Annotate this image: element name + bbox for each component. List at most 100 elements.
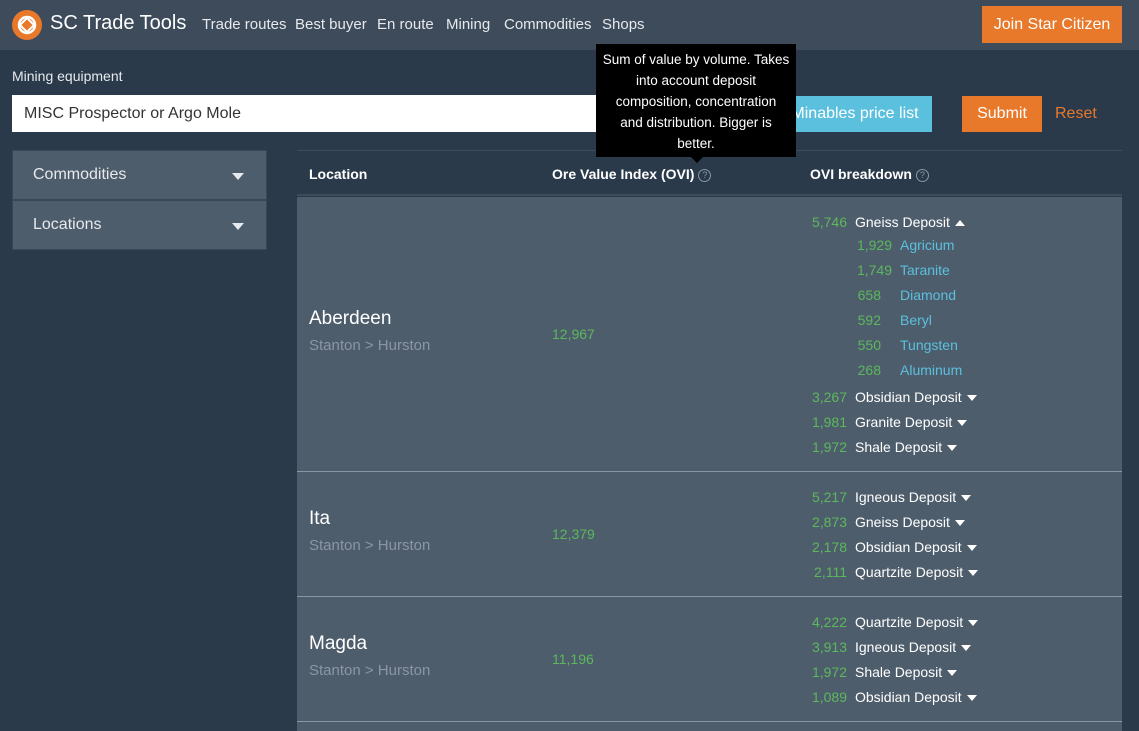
caret-down-icon [968,570,979,577]
deposit-name: Shale Deposit [855,664,958,680]
ovi-value: 12,967 [552,326,595,342]
top-navbar: SC Trade Tools Trade routes Best buyer E… [0,0,1139,50]
join-star-citizen-button[interactable]: Join Star Citizen [982,6,1122,43]
deposit-value: 2,873 [811,514,847,530]
commodity-link[interactable]: Tungsten [900,337,958,353]
caret-down-icon [966,695,977,702]
location-path: Stanton > Hurston [309,537,431,554]
deposit-name-label: Gneiss Deposit [855,214,950,230]
deposit-line[interactable]: 1,972 Shale Deposit [802,439,1102,459]
help-icon[interactable]: ? [698,168,712,182]
deposit-line[interactable]: 3,913 Igneous Deposit [802,639,1102,659]
deposit-name-label: Gneiss Deposit [855,514,950,530]
location-name: Aberdeen [309,308,392,329]
deposit-line[interactable]: 1,981 Granite Deposit [802,414,1102,434]
brand-title[interactable]: SC Trade Tools [50,12,186,35]
deposit-line[interactable]: 1,972 Shale Deposit [802,664,1102,684]
locations-filter-panel[interactable]: Locations [12,200,267,250]
commodity-link[interactable]: Taranite [900,262,950,278]
commodity-link[interactable]: Aluminum [900,362,962,378]
nav-link-best-buyer[interactable]: Best buyer [295,16,367,33]
help-icon[interactable]: ? [915,168,929,182]
deposit-name: Shale Deposit [855,439,958,455]
deposit-name: Gneiss Deposit [855,514,965,530]
deposit-name: Igneous Deposit [855,639,972,655]
deposit-value: 1,981 [811,414,847,430]
table-row[interactable]: Ita Stanton > Hurston 12,379 5,217 Igneo… [297,472,1122,597]
deposit-name-label: Obsidian Deposit [855,539,962,555]
deposit-name-label: Igneous Deposit [855,489,957,505]
caret-down-icon [947,670,958,677]
table-row[interactable] [297,722,1122,731]
reset-link[interactable]: Reset [1055,105,1097,123]
deposit-name: Granite Deposit [855,414,968,430]
column-header-ovi-breakdown-label: OVI breakdown [810,166,912,182]
table-row[interactable]: Magda Stanton > Hurston 11,196 4,222 Qua… [297,597,1122,722]
minables-price-list-button[interactable]: Minables price list [778,96,932,132]
tooltip-arrow [691,157,703,163]
deposit-line[interactable]: 3,267 Obsidian Deposit [802,389,1102,409]
deposit-line[interactable]: 2,111 Quartzite Deposit [802,564,1102,584]
deposit-value: 2,178 [811,539,847,555]
caret-down-icon [961,495,972,502]
deposit-name-label: Granite Deposit [855,414,953,430]
commodity-value: 592 [857,312,881,328]
deposit-line[interactable]: 4,222 Quartzite Deposit [802,614,1102,634]
nav-link-commodities[interactable]: Commodities [504,16,592,33]
commodities-filter-panel[interactable]: Commodities [12,150,267,200]
nav-link-mining[interactable]: Mining [446,16,490,33]
commodity-value: 268 [857,362,881,378]
ovi-tooltip: Sum of value by volume. Takes into accou… [596,44,796,157]
location-path: Stanton > Hurston [309,662,431,679]
caret-down-icon [966,545,977,552]
deposit-value: 5,217 [811,489,847,505]
commodity-value: 1,749 [856,262,892,278]
column-header-ovi[interactable]: Ore Value Index (OVI)? [552,166,712,182]
commodity-link[interactable]: Diamond [900,287,956,303]
caret-down-icon [957,420,968,427]
deposit-value: 2,111 [814,564,847,580]
locations-filter-label: Locations [33,216,102,233]
commodity-value: 550 [857,337,881,353]
caret-down-icon [232,223,244,230]
deposit-name-label: Shale Deposit [855,439,943,455]
commodities-filter-label: Commodities [33,166,127,183]
deposit-line[interactable]: 5,217 Igneous Deposit [802,489,1102,509]
location-name: Magda [309,633,368,654]
submit-button[interactable]: Submit [962,96,1042,132]
tooltip-line: better. [677,136,715,151]
deposit-name: Obsidian Deposit [855,389,977,405]
deposit-name: Igneous Deposit [855,489,972,505]
commodity-line: 592 Beryl [802,312,1102,332]
deposit-name: Quartzite Deposit [855,614,979,630]
deposit-name-label: Quartzite Deposit [855,614,964,630]
deposit-line[interactable]: 5,746 Gneiss Deposit [802,214,1102,234]
commodity-link[interactable]: Agricium [900,237,954,253]
column-header-location[interactable]: Location [309,166,367,182]
column-header-ovi-label: Ore Value Index (OVI) [552,166,695,182]
commodity-line: 550 Tungsten [802,337,1102,357]
location-name: Ita [309,508,331,529]
deposit-value: 3,267 [811,389,847,405]
deposit-line[interactable]: 1,089 Obsidian Deposit [802,689,1102,709]
nav-link-en-route[interactable]: En route [377,16,434,33]
commodity-link[interactable]: Beryl [900,312,932,328]
mining-equipment-input[interactable]: MISC Prospector or Argo Mole [12,95,672,132]
deposit-line[interactable]: 2,873 Gneiss Deposit [802,514,1102,534]
nav-link-trade-routes[interactable]: Trade routes [202,16,287,33]
table-row[interactable]: Aberdeen Stanton > Hurston 12,967 5,746 … [297,197,1122,472]
caret-up-icon [954,220,965,227]
nav-link-shops[interactable]: Shops [602,16,645,33]
commodity-line: 1,929 Agricium [802,237,1102,257]
logo-icon[interactable] [12,10,42,40]
caret-down-icon [954,520,965,527]
caret-down-icon [966,395,977,402]
deposit-line[interactable]: 2,178 Obsidian Deposit [802,539,1102,559]
deposit-name-label: Obsidian Deposit [855,389,962,405]
deposit-value: 1,972 [811,664,847,680]
caret-down-icon [947,445,958,452]
column-header-ovi-breakdown[interactable]: OVI breakdown? [810,166,929,182]
location-path: Stanton > Hurston [309,337,431,354]
caret-down-icon [968,620,979,627]
deposit-name-label: Igneous Deposit [855,639,957,655]
